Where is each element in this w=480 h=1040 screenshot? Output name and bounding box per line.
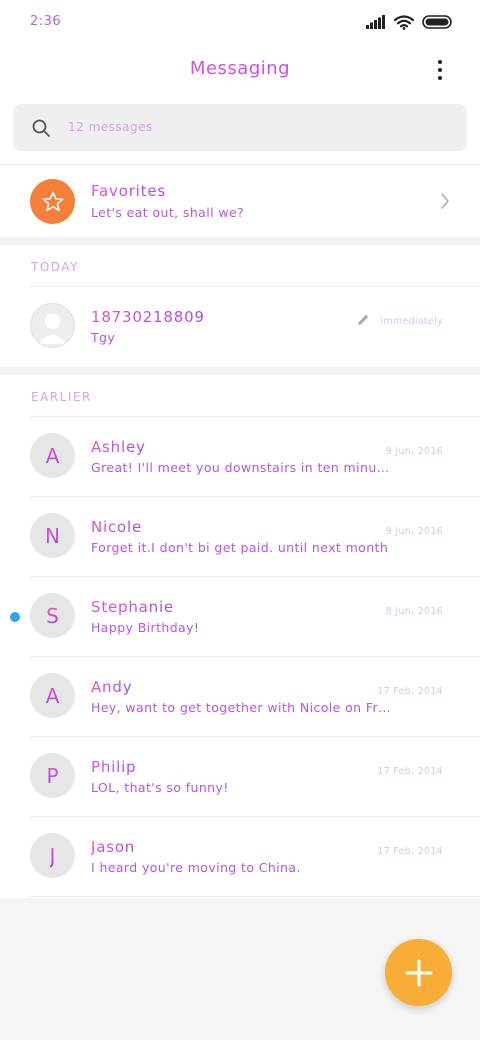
avatar: J xyxy=(30,833,75,878)
battery-icon xyxy=(422,15,452,29)
message-date: immediately xyxy=(380,316,443,327)
avatar: S xyxy=(30,593,75,638)
conversation-row[interactable]: 18730218809 Tgy immediately xyxy=(0,286,480,366)
conversation-row[interactable]: P Philip LOL, that's so funny! 17 Feb, 2… xyxy=(0,736,480,816)
avatar-initial: N xyxy=(45,523,60,548)
contact-name: Jason xyxy=(91,838,136,856)
row-divider xyxy=(30,286,480,287)
avatar-initial: A xyxy=(45,443,60,468)
message-date: 17 Feb, 2014 xyxy=(377,766,443,777)
more-options-button[interactable] xyxy=(428,58,452,82)
more-vertical-icon-dot xyxy=(438,68,442,72)
conversation-row[interactable]: S Stephanie Happy Birthday! 8 Jun, 2016 xyxy=(0,576,480,656)
plus-icon xyxy=(405,959,432,986)
unread-indicator xyxy=(10,612,20,622)
message-snippet: Tgy xyxy=(91,330,116,345)
favorites-title: Favorites xyxy=(91,182,166,200)
row-divider xyxy=(30,496,480,497)
avatar-initial: P xyxy=(46,763,59,788)
new-message-button[interactable] xyxy=(385,939,452,1006)
avatar: A xyxy=(30,433,75,478)
favorites-avatar xyxy=(30,179,75,224)
app-header: Messaging 12 messages xyxy=(0,44,480,164)
conversation-row[interactable]: A Ashley Great! I'll meet you downstairs… xyxy=(0,416,480,496)
message-snippet: LOL, that's so funny! xyxy=(91,780,229,795)
contact-name: Nicole xyxy=(91,518,143,536)
wifi-icon xyxy=(394,14,414,30)
status-bar: 2:36 xyxy=(0,0,480,44)
section-header-earlier: EARLIER xyxy=(31,390,92,404)
favorites-row[interactable]: Favorites Let's eat out, shall we? xyxy=(0,164,480,237)
more-vertical-icon-dot xyxy=(438,76,442,80)
today-section: TODAY 18730218809 Tgy immediately xyxy=(0,245,480,367)
pencil-icon xyxy=(358,314,369,325)
section-header-today: TODAY xyxy=(31,260,79,274)
avatar-initial: S xyxy=(46,603,59,628)
contact-name: Stephanie xyxy=(91,598,174,616)
page-title: Messaging xyxy=(0,58,480,79)
earlier-section: EARLIER A Ashley Great! I'll meet you do… xyxy=(0,375,480,898)
contact-name: Andy xyxy=(91,678,133,696)
section-gap xyxy=(0,237,480,245)
search-input[interactable]: 12 messages xyxy=(13,104,467,151)
message-snippet: I heard you're moving to China. xyxy=(91,860,301,875)
message-snippet: Hey, want to get together with Nicole on… xyxy=(91,700,391,715)
section-gap xyxy=(0,367,480,375)
more-vertical-icon-dot xyxy=(438,60,442,64)
row-divider xyxy=(30,736,480,737)
conversation-row[interactable]: J Jason I heard you're moving to China. … xyxy=(0,816,480,896)
search-placeholder: 12 messages xyxy=(68,120,153,134)
status-icons xyxy=(366,12,452,32)
avatar xyxy=(30,303,75,348)
row-divider xyxy=(30,576,480,577)
message-date: 17 Feb, 2014 xyxy=(377,846,443,857)
row-divider xyxy=(30,816,480,817)
message-snippet: Great! I'll meet you downstairs in ten m… xyxy=(91,460,391,475)
chevron-right-icon xyxy=(441,193,449,209)
avatar: A xyxy=(30,673,75,718)
contact-name: Ashley xyxy=(91,438,146,456)
row-divider xyxy=(30,656,480,657)
messaging-app: 2:36 Messaging 12 messages Favorites Let… xyxy=(0,0,480,1040)
conversation-row[interactable]: A Andy Hey, want to get together with Ni… xyxy=(0,656,480,736)
message-date: 17 Feb, 2014 xyxy=(377,686,443,697)
avatar: P xyxy=(30,753,75,798)
message-snippet: Happy Birthday! xyxy=(91,620,200,635)
person-icon xyxy=(38,313,67,345)
row-divider xyxy=(30,416,480,417)
message-date: 9 Jun, 2016 xyxy=(385,526,443,537)
conversation-row[interactable]: N Nicole Forget it.I don't bi get paid. … xyxy=(0,496,480,576)
search-icon xyxy=(32,119,50,137)
row-divider xyxy=(30,896,480,897)
message-date: 9 Jun, 2016 xyxy=(385,446,443,457)
avatar-initial: A xyxy=(45,683,60,708)
avatar: N xyxy=(30,513,75,558)
avatar-initial: J xyxy=(49,843,56,868)
contact-name: Philip xyxy=(91,758,137,776)
message-date: 8 Jun, 2016 xyxy=(385,606,443,617)
signal-icon xyxy=(366,15,385,29)
message-snippet: Forget it.I don't bi get paid. until nex… xyxy=(91,540,389,555)
favorites-snippet: Let's eat out, shall we? xyxy=(91,205,245,220)
status-time: 2:36 xyxy=(30,14,62,29)
contact-name: 18730218809 xyxy=(91,308,205,326)
star-icon xyxy=(42,191,63,211)
